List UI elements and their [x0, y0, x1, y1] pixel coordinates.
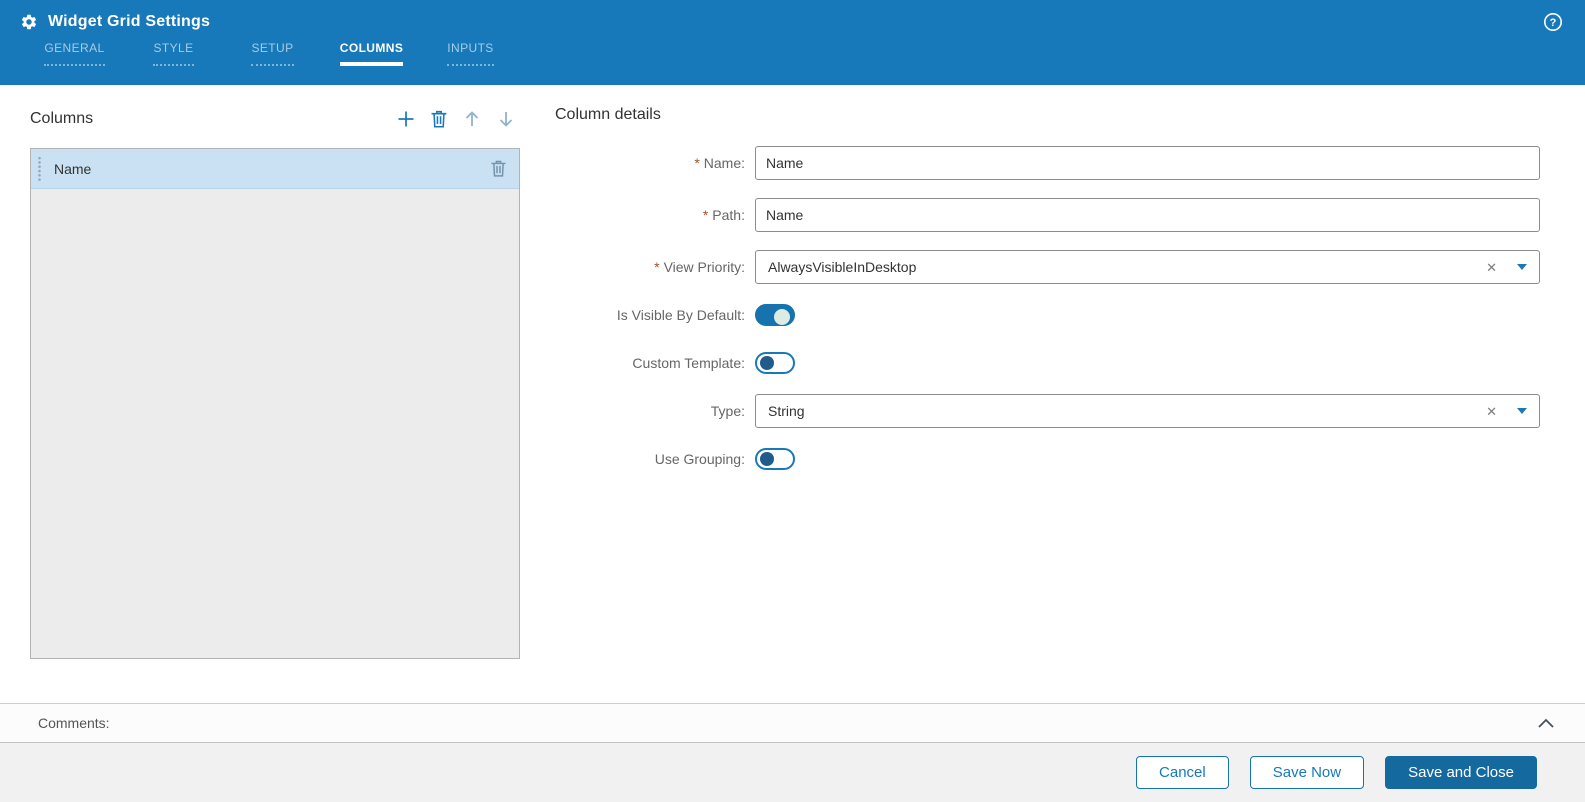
field-row-custom-template: Custom Template: [555, 352, 1540, 374]
svg-text:?: ? [1550, 17, 1557, 29]
field-row-is-visible: Is Visible By Default: [555, 304, 1540, 326]
path-label: *Path: [555, 207, 755, 223]
details-form: *Name: *Path: *View Priority: AlwaysVisi… [555, 146, 1540, 470]
use-grouping-toggle[interactable] [755, 448, 795, 470]
custom-template-label: Custom Template: [555, 355, 755, 371]
field-row-name: *Name: [555, 146, 1540, 180]
cancel-button[interactable]: Cancel [1136, 756, 1229, 789]
view-priority-label: *View Priority: [555, 259, 755, 275]
chevron-down-icon[interactable] [1517, 408, 1527, 414]
is-visible-label: Is Visible By Default: [555, 307, 755, 323]
toggle-knob [774, 309, 790, 325]
path-input[interactable] [755, 198, 1540, 232]
toggle-knob [760, 356, 774, 370]
required-marker: * [654, 259, 659, 275]
chevron-down-icon[interactable] [1517, 264, 1527, 270]
details-title: Column details [555, 106, 1540, 124]
field-row-path: *Path: [555, 198, 1540, 232]
dialog-title: Widget Grid Settings [48, 13, 210, 31]
type-label: Type: [555, 403, 755, 419]
dialog-header: Widget Grid Settings ? General Style Set… [0, 0, 1585, 85]
name-label: *Name: [555, 155, 755, 171]
save-and-close-button[interactable]: Save and Close [1385, 756, 1537, 789]
columns-list: Name [30, 148, 520, 659]
gear-icon [20, 13, 38, 31]
column-item-label: Name [54, 161, 490, 177]
list-item[interactable]: Name [31, 149, 519, 189]
tab-style[interactable]: Style [124, 41, 223, 66]
comments-label: Comments: [38, 715, 1537, 731]
toggle-knob [760, 452, 774, 466]
add-column-button[interactable] [396, 109, 416, 129]
drag-handle-icon[interactable] [37, 156, 42, 182]
columns-toolbar [396, 109, 520, 129]
tab-bar: General Style Setup Columns Inputs [0, 41, 1585, 66]
move-down-button[interactable] [496, 109, 516, 129]
use-grouping-label: Use Grouping: [555, 451, 755, 467]
field-row-view-priority: *View Priority: AlwaysVisibleInDesktop ✕ [555, 250, 1540, 284]
view-priority-dropdown[interactable]: AlwaysVisibleInDesktop ✕ [755, 250, 1540, 284]
tab-columns[interactable]: Columns [322, 41, 421, 66]
main-content: Columns [0, 85, 1585, 703]
title-row: Widget Grid Settings ? [0, 0, 1585, 32]
widget-grid-settings-dialog: Widget Grid Settings ? General Style Set… [0, 0, 1585, 802]
field-row-use-grouping: Use Grouping: [555, 448, 1540, 470]
type-dropdown[interactable]: String ✕ [755, 394, 1540, 428]
column-details-panel: Column details *Name: *Path: *View Prior… [555, 85, 1540, 703]
view-priority-value: AlwaysVisibleInDesktop [768, 259, 1486, 275]
name-input[interactable] [755, 146, 1540, 180]
is-visible-toggle[interactable] [755, 304, 795, 326]
clear-icon[interactable]: ✕ [1486, 405, 1497, 418]
move-up-button[interactable] [462, 109, 482, 129]
tab-setup[interactable]: Setup [223, 41, 322, 66]
required-marker: * [703, 207, 708, 223]
clear-icon[interactable]: ✕ [1486, 261, 1497, 274]
field-row-type: Type: String ✕ [555, 394, 1540, 428]
tab-general[interactable]: General [25, 41, 124, 66]
chevron-up-icon[interactable] [1537, 717, 1555, 729]
custom-template-toggle[interactable] [755, 352, 795, 374]
type-value: String [768, 403, 1486, 419]
delete-column-button[interactable] [430, 109, 448, 129]
save-now-button[interactable]: Save Now [1250, 756, 1364, 789]
columns-panel-title: Columns [30, 110, 93, 128]
required-marker: * [694, 155, 699, 171]
dialog-footer: Cancel Save Now Save and Close [0, 743, 1585, 802]
tab-inputs[interactable]: Inputs [421, 41, 520, 66]
columns-panel: Columns [30, 85, 520, 703]
columns-panel-header: Columns [30, 104, 520, 134]
help-icon[interactable]: ? [1543, 12, 1563, 32]
row-delete-icon[interactable] [490, 159, 507, 178]
comments-bar[interactable]: Comments: [0, 703, 1585, 743]
